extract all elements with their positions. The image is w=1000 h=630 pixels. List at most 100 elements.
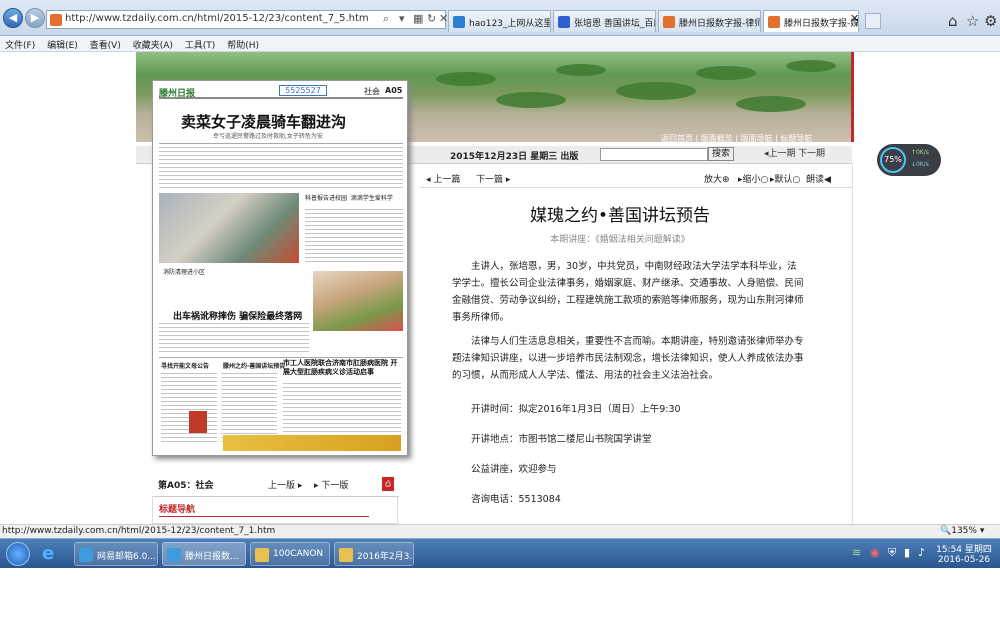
windows-taskbar: e 网易邮箱6.0... 滕州日报数... 100CANON 2016年2月3.… — [0, 538, 1000, 568]
tab-tzdaily-lawyer[interactable]: 滕州日报数字报-律师... — [658, 10, 761, 32]
paper-text-block — [159, 323, 309, 353]
settings-icon[interactable]: ⚙ — [984, 12, 997, 30]
site-favicon — [50, 14, 62, 26]
paper-page-no: A05 — [385, 86, 403, 95]
pdf-icon[interactable]: ⎙ — [382, 477, 394, 491]
search-input[interactable] — [600, 148, 708, 161]
article-title: 媒瑰之约•善国讲坛预告 — [529, 206, 711, 226]
zoom-out-button[interactable]: ▸缩小○ — [738, 172, 768, 185]
start-button[interactable] — [6, 542, 30, 566]
page-pager: 第A05：社会 上一版 ▸ ▸ 下一版 ⎙ — [152, 474, 398, 494]
shield-tray-icon[interactable]: ⛨ — [888, 546, 896, 560]
lotus-leaf — [556, 64, 606, 76]
tab-tzdaily-active[interactable]: 滕州日报数字报-媒... — [763, 10, 859, 32]
home-icon[interactable]: ⌂ — [948, 12, 958, 30]
tab-label: 滕州日报数字报-律师... — [679, 19, 760, 29]
paper-phone: 5525527 — [279, 85, 327, 96]
menu-tools[interactable]: 工具(T) — [180, 36, 220, 51]
article-paragraph: 咨询电话：5513084 — [471, 494, 561, 505]
favorites-icon[interactable]: ☆ — [966, 12, 979, 30]
lotus-leaf — [496, 92, 566, 108]
gauge-percent: 75% — [880, 147, 906, 173]
taskbar-item-mail[interactable]: 网易邮箱6.0... — [74, 542, 158, 566]
paper-subhead: 幸亏巡逻民警路过及时救助,女子转危为安 — [213, 133, 323, 140]
prev-article-link[interactable]: ◂ 上一篇 — [426, 172, 460, 185]
search-icon[interactable]: ⌕ — [383, 12, 389, 26]
prev-issue-link[interactable]: ◂上一期 — [764, 146, 796, 159]
menu-bar: 文件(F) 编辑(E) 查看(V) 收藏夹(A) 工具(T) 帮助(H) — [0, 36, 1000, 52]
refresh-icon[interactable]: ↻ — [427, 12, 436, 25]
folder-icon — [339, 548, 353, 562]
ie-icon — [167, 548, 181, 562]
zoom-in-button[interactable]: 放大⊕ — [704, 172, 730, 185]
address-url[interactable]: http://www.tzdaily.com.cn/html/2015-12/2… — [65, 13, 369, 24]
menu-edit[interactable]: 编辑(E) — [42, 36, 82, 51]
red-divider — [851, 52, 854, 142]
paper-headline-2: 出车祸讹称摔伤 骗保险最终落网 — [173, 312, 303, 322]
back-button[interactable]: ◀ — [3, 8, 23, 28]
ie-icon[interactable]: e — [42, 543, 54, 564]
title-guide-box: 标题导航 — [152, 496, 399, 524]
tab-label: 张培恩 善国讲坛_百度... — [574, 19, 655, 29]
tzdaily-icon — [768, 16, 780, 28]
clock[interactable]: 15:54 星期四 2016-05-26 — [934, 542, 994, 565]
zoom-level[interactable]: 🔍135% ▾ — [940, 526, 984, 536]
network-gauge-widget[interactable]: 75% ↑0K/s ↓0K/s — [877, 144, 941, 176]
next-article-link[interactable]: 下一篇 ▸ — [476, 172, 510, 185]
tab-label: hao123_上网从这里开... — [469, 19, 551, 29]
clock-time: 15:54 星期四 — [936, 545, 992, 555]
default-size-button[interactable]: ▸默认○ — [770, 172, 800, 185]
nav-section-link[interactable]: 版面导航 — [741, 134, 773, 142]
divider — [159, 516, 369, 517]
article-panel: ◂ 上一篇 下一篇 ▸ 放大⊕ ▸缩小○ ▸默认○ 朗读◀ 媒瑰之约•善国讲坛预… — [420, 168, 852, 524]
paper-caption: 消防清理进小区 — [163, 269, 206, 276]
paper-photo-students — [313, 271, 403, 331]
stop-icon[interactable]: ✕ — [439, 12, 448, 25]
next-page-link[interactable]: ▸ 下一版 — [314, 478, 348, 491]
dropdown-icon[interactable]: ▾ — [399, 12, 405, 25]
menu-view[interactable]: 查看(V) — [85, 36, 125, 51]
newspaper-page-thumbnail[interactable]: 滕州日报 5525527 社会 A05 卖菜女子凌晨骑车翻进沟 幸亏巡逻民警路过… — [152, 80, 408, 456]
paper-headline-3: 市工人医院联合济南市肛肠病医院 开展大型肛肠疾病义诊活动启事 — [283, 359, 398, 376]
paper-text-block — [159, 147, 403, 189]
nav-overview-link[interactable]: 版面概览 — [701, 134, 733, 142]
paper-notice-2: 滕州之约·善国讲坛预告 — [223, 363, 286, 370]
taskbar-item-folder[interactable]: 2016年2月3... — [334, 542, 414, 566]
article-nav: ◂ 上一篇 下一篇 ▸ 放大⊕ ▸缩小○ ▸默认○ 朗读◀ — [420, 168, 852, 188]
paper-headline: 卖菜女子凌晨骑车翻进沟 — [181, 113, 347, 131]
taskbar-item-tzdaily[interactable]: 滕州日报数... — [162, 542, 246, 566]
tab-label: 滕州日报数字报-媒... — [784, 19, 859, 29]
read-aloud-button[interactable]: 朗读◀ — [806, 172, 831, 185]
nav-title-link[interactable]: 标题导航 — [780, 134, 812, 142]
forward-button[interactable]: ▶ — [25, 8, 45, 28]
menu-help[interactable]: 帮助(H) — [222, 36, 263, 51]
antivirus-tray-icon[interactable]: ◉ — [870, 546, 880, 559]
paper-notice: 寻找开能文母公告 — [161, 363, 210, 370]
paper-photo-firefighters — [159, 193, 299, 263]
volume-tray-icon[interactable]: ♪ — [918, 546, 925, 559]
baidu-icon — [558, 16, 570, 28]
tab-hao123[interactable]: hao123_上网从这里开... — [448, 10, 551, 32]
paper-text-block — [305, 209, 403, 265]
divider — [852, 164, 853, 524]
lotus-leaf — [696, 66, 756, 80]
compat-view-icon[interactable]: ▦ — [413, 12, 423, 25]
nav-home-link[interactable]: 返回首页 — [661, 134, 693, 142]
menu-file[interactable]: 文件(F) — [0, 36, 39, 51]
menu-favorites[interactable]: 收藏夹(A) — [128, 36, 177, 51]
address-bar[interactable]: http://www.tzdaily.com.cn/html/2015-12/2… — [46, 10, 448, 29]
prev-page-link[interactable]: 上一版 ▸ — [268, 478, 302, 491]
new-tab-button[interactable] — [865, 13, 881, 29]
lotus-leaf — [616, 82, 696, 100]
tab-baidu[interactable]: 张培恩 善国讲坛_百度... — [553, 10, 656, 32]
article-paragraph: 公益讲座，欢迎参与 — [471, 464, 557, 475]
ie-icon — [79, 548, 93, 562]
search-button[interactable]: 搜索 — [708, 147, 734, 161]
divider — [159, 143, 403, 144]
taskbar-item-canon[interactable]: 100CANON — [250, 542, 330, 566]
signal-tray-icon[interactable]: ▮ — [904, 546, 910, 559]
folder-icon — [255, 548, 269, 562]
network-tray-icon[interactable]: ≋ — [852, 546, 861, 559]
close-tab-icon[interactable]: ✕ — [850, 12, 859, 25]
next-issue-link[interactable]: 下一期 — [798, 146, 825, 159]
